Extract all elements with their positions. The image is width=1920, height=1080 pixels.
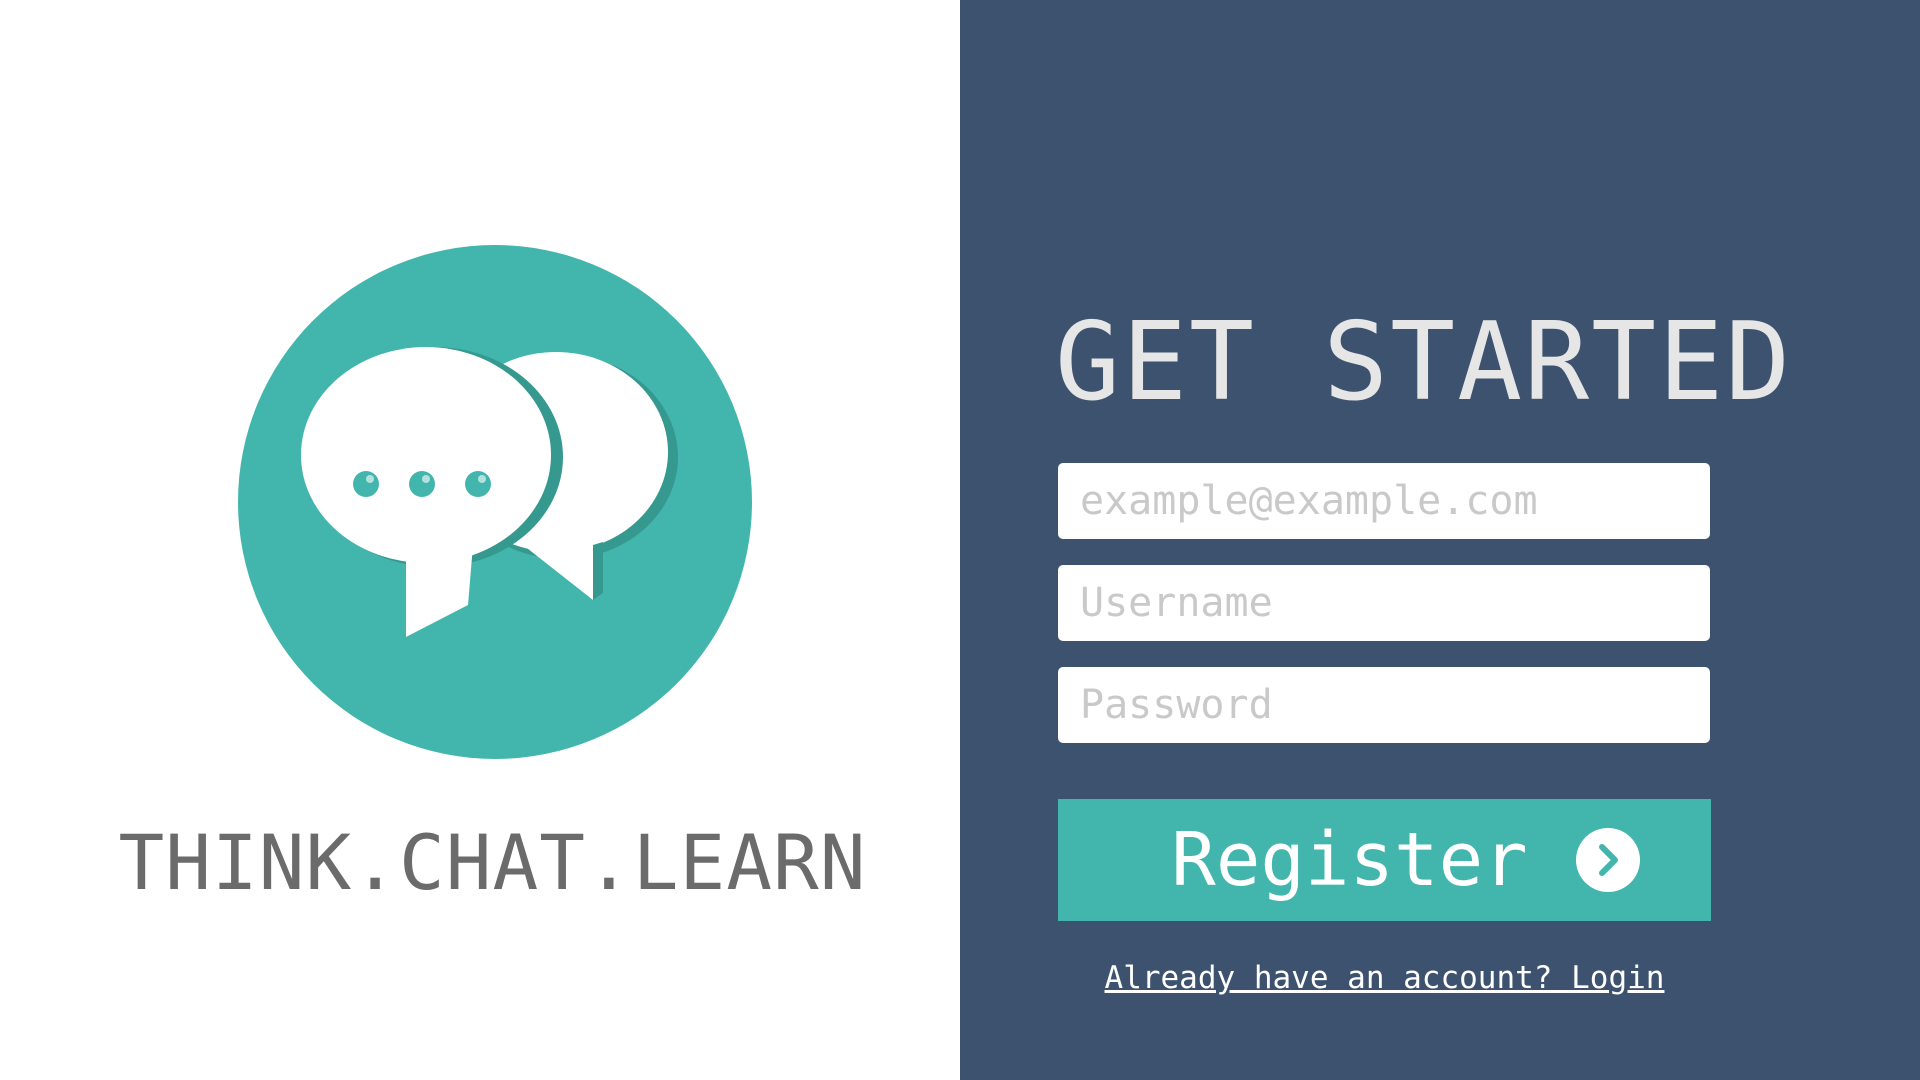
signup-form-panel: GET STARTED Register Already have an acc… [960, 0, 1920, 1080]
brand-panel: THINK.CHAT.LEARN [0, 0, 960, 1080]
brand-tagline: THINK.CHAT.LEARN [118, 818, 867, 907]
chevron-right-circle-icon [1575, 828, 1640, 892]
chat-bubbles-icon [238, 245, 752, 759]
register-button[interactable]: Register [1058, 799, 1711, 921]
register-button-label: Register [1171, 817, 1528, 903]
login-link-container: Already have an account? Login [1058, 960, 1711, 996]
register-page: THINK.CHAT.LEARN GET STARTED Register Al… [0, 0, 1920, 1080]
login-link[interactable]: Already have an account? Login [1105, 960, 1665, 996]
username-field[interactable] [1058, 565, 1710, 641]
email-field[interactable] [1058, 463, 1710, 539]
password-field[interactable] [1058, 667, 1710, 743]
page-title: GET STARTED [1055, 300, 1793, 425]
